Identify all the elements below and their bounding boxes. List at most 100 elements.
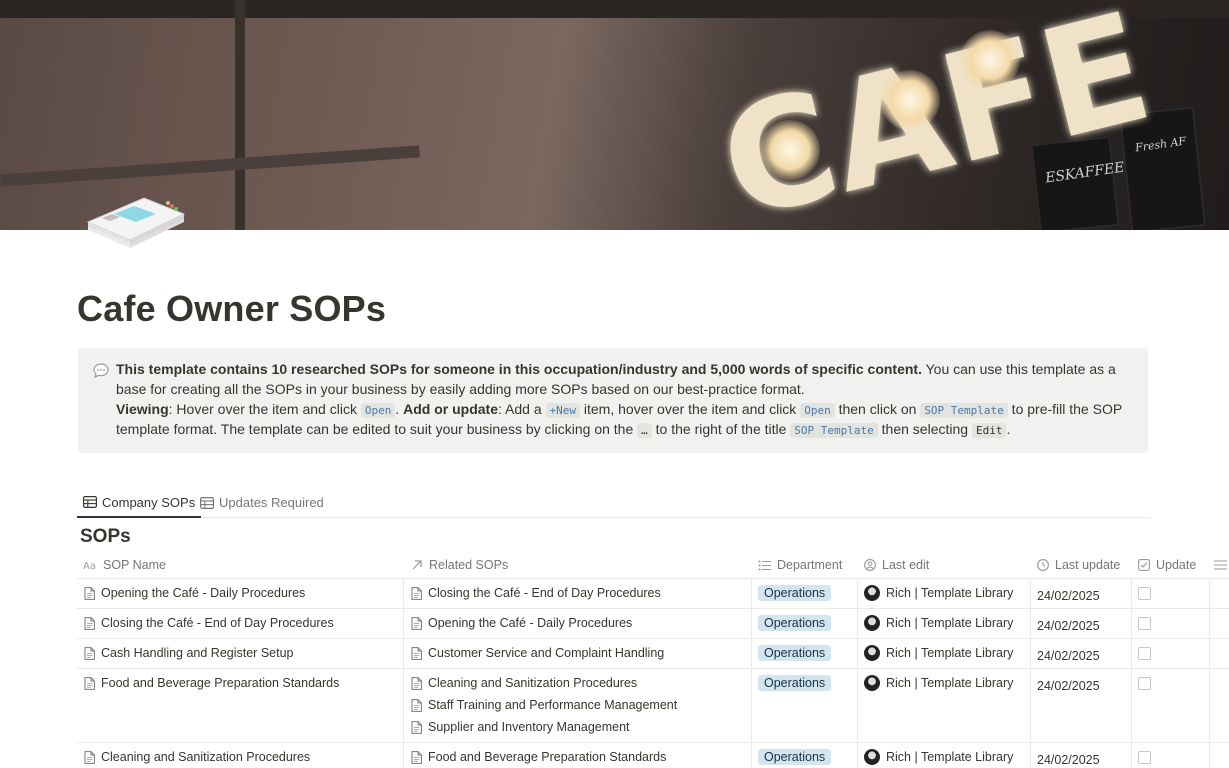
list-icon — [758, 560, 771, 570]
sop-name-link[interactable]: Cash Handling and Register Setup — [84, 642, 403, 664]
related-sop-link[interactable]: Staff Training and Performance Managemen… — [411, 694, 751, 716]
cell-department: Operations — [751, 743, 857, 768]
sop-template-code: SOP Template — [790, 423, 878, 439]
related-sop-link[interactable]: Customer Service and Complaint Handling — [411, 642, 751, 664]
table-row[interactable]: Closing the Café - End of Day Procedures… — [77, 608, 1229, 637]
last-update-date: 24/02/2025 — [1037, 619, 1100, 633]
table-row[interactable]: Cleaning and Sanitization Procedures Food… — [77, 742, 1229, 768]
update-checkbox[interactable] — [1138, 751, 1151, 764]
cell-department: Operations — [751, 669, 857, 741]
column-label: Related SOPs — [429, 558, 509, 572]
avatar — [864, 615, 880, 631]
callout-paragraph-1: This template contains 10 researched SOP… — [116, 360, 1128, 400]
cell-related-sops: Food and Beverage Preparation Standards — [403, 743, 751, 768]
page-icon — [411, 720, 422, 734]
department-tag[interactable]: Operations — [758, 675, 832, 691]
pipe — [0, 145, 420, 187]
page-title: Cafe Owner SOPs — [77, 288, 387, 329]
sop-documents-icon[interactable] — [84, 192, 188, 252]
sop-name-text: Food and Beverage Preparation Standards — [101, 676, 340, 690]
column-label: Last edit — [882, 558, 930, 572]
related-sop-text: Cleaning and Sanitization Procedures — [428, 676, 638, 690]
column-header-department[interactable]: Department — [758, 553, 842, 577]
department-tag[interactable]: Operations — [758, 615, 832, 631]
sop-name-text: Cleaning and Sanitization Procedures — [101, 750, 311, 764]
ellipsis-code: … — [637, 423, 652, 439]
column-header-last-edit[interactable]: Last edit — [864, 553, 929, 577]
page-icon — [411, 698, 422, 712]
column-header-update[interactable]: Update — [1138, 553, 1196, 577]
tab-updates-required[interactable]: Updates Required — [194, 488, 330, 517]
column-label: Update — [1156, 558, 1197, 572]
related-sop-text: Food and Beverage Preparation Standards — [428, 750, 667, 764]
pipe — [235, 0, 245, 230]
table-row[interactable]: Cash Handling and Register Setup Customer… — [77, 638, 1229, 667]
table-row[interactable]: Opening the Café - Daily Procedures Closi… — [77, 578, 1229, 607]
update-checkbox[interactable] — [1138, 647, 1151, 660]
column-header-last-update[interactable]: Last update — [1037, 553, 1120, 577]
sop-name-link[interactable]: Closing the Café - End of Day Procedures — [84, 612, 403, 634]
table-icon — [83, 496, 97, 508]
avatar — [864, 749, 880, 765]
callout-text: to the right of the title — [651, 421, 791, 438]
svg-text:Aa: Aa — [83, 561, 96, 570]
last-edit-text: Rich | Template Library — [886, 646, 1014, 660]
cell-sop-name: Closing the Café - End of Day Procedures — [77, 609, 403, 637]
department-tag[interactable]: Operations — [758, 749, 832, 765]
more-columns-icon[interactable] — [1214, 553, 1229, 577]
page-icon — [84, 616, 95, 630]
cell-sop-name: Food and Beverage Preparation Standards — [77, 669, 403, 741]
cell-last-edit: Rich | Template Library — [857, 609, 1030, 637]
cell-update — [1131, 579, 1209, 607]
related-sop-link[interactable]: Opening the Café - Daily Procedures — [411, 612, 751, 634]
related-sop-link[interactable]: Food and Beverage Preparation Standards — [411, 746, 751, 768]
callout-bold-intro: This template contains 10 researched SOP… — [116, 361, 922, 377]
last-update-date: 24/02/2025 — [1037, 679, 1100, 693]
page-icon — [411, 616, 422, 630]
department-tag[interactable]: Operations — [758, 645, 832, 661]
column-header-related-sops[interactable]: Related SOPs — [411, 553, 508, 577]
sop-name-link[interactable]: Cleaning and Sanitization Procedures — [84, 746, 403, 768]
cell-last-update: 24/02/2025 — [1030, 579, 1131, 607]
update-checkbox[interactable] — [1138, 677, 1151, 690]
related-sop-link[interactable]: Supplier and Inventory Management — [411, 716, 751, 738]
last-edit-text: Rich | Template Library — [886, 616, 1014, 630]
update-checkbox[interactable] — [1138, 587, 1151, 600]
update-checkbox[interactable] — [1138, 617, 1151, 630]
tab-company-sops[interactable]: Company SOPs — [77, 488, 202, 518]
avatar — [864, 675, 880, 691]
callout-text: then click on — [834, 400, 921, 417]
cell-related-sops: Customer Service and Complaint Handling — [403, 639, 751, 667]
last-edit-person: Rich | Template Library — [864, 749, 1030, 765]
cell-last-edit: Rich | Template Library — [857, 579, 1030, 607]
sop-template-code: SOP Template — [920, 402, 1008, 418]
related-sop-text: Customer Service and Complaint Handling — [428, 646, 665, 660]
sop-name-link[interactable]: Food and Beverage Preparation Standards — [84, 672, 403, 694]
page-icon — [84, 586, 95, 600]
last-edit-text: Rich | Template Library — [886, 586, 1014, 600]
new-code: +New — [545, 402, 580, 418]
related-sop-link[interactable]: Closing the Café - End of Day Procedures — [411, 582, 751, 604]
table-header: Aa SOP Name Related SOPs Department Last… — [77, 553, 1229, 577]
cell-extra — [1209, 639, 1229, 667]
database-title[interactable]: SOPs — [80, 526, 131, 548]
tab-label: Company SOPs — [102, 494, 196, 510]
column-header-sop-name[interactable]: Aa SOP Name — [83, 553, 166, 577]
related-sop-link[interactable]: Cleaning and Sanitization Procedures — [411, 672, 751, 694]
page-icon — [411, 750, 422, 764]
cell-extra — [1209, 669, 1229, 741]
department-tag[interactable]: Operations — [758, 585, 832, 601]
last-edit-person: Rich | Template Library — [864, 585, 1030, 601]
callout-text: : Hover over the item and click — [168, 400, 361, 417]
sop-name-text: Cash Handling and Register Setup — [101, 646, 294, 660]
cell-update — [1131, 743, 1209, 768]
page-icon — [411, 586, 422, 600]
cell-department: Operations — [751, 609, 857, 637]
table-row[interactable]: Food and Beverage Preparation Standards C… — [77, 668, 1229, 741]
last-update-date: 24/02/2025 — [1037, 649, 1100, 663]
cell-sop-name: Opening the Café - Daily Procedures — [77, 579, 403, 607]
sop-name-link[interactable]: Opening the Café - Daily Procedures — [84, 582, 403, 604]
cell-last-edit: Rich | Template Library — [857, 743, 1030, 768]
last-edit-text: Rich | Template Library — [886, 676, 1014, 690]
sop-name-text: Closing the Café - End of Day Procedures — [101, 616, 334, 630]
